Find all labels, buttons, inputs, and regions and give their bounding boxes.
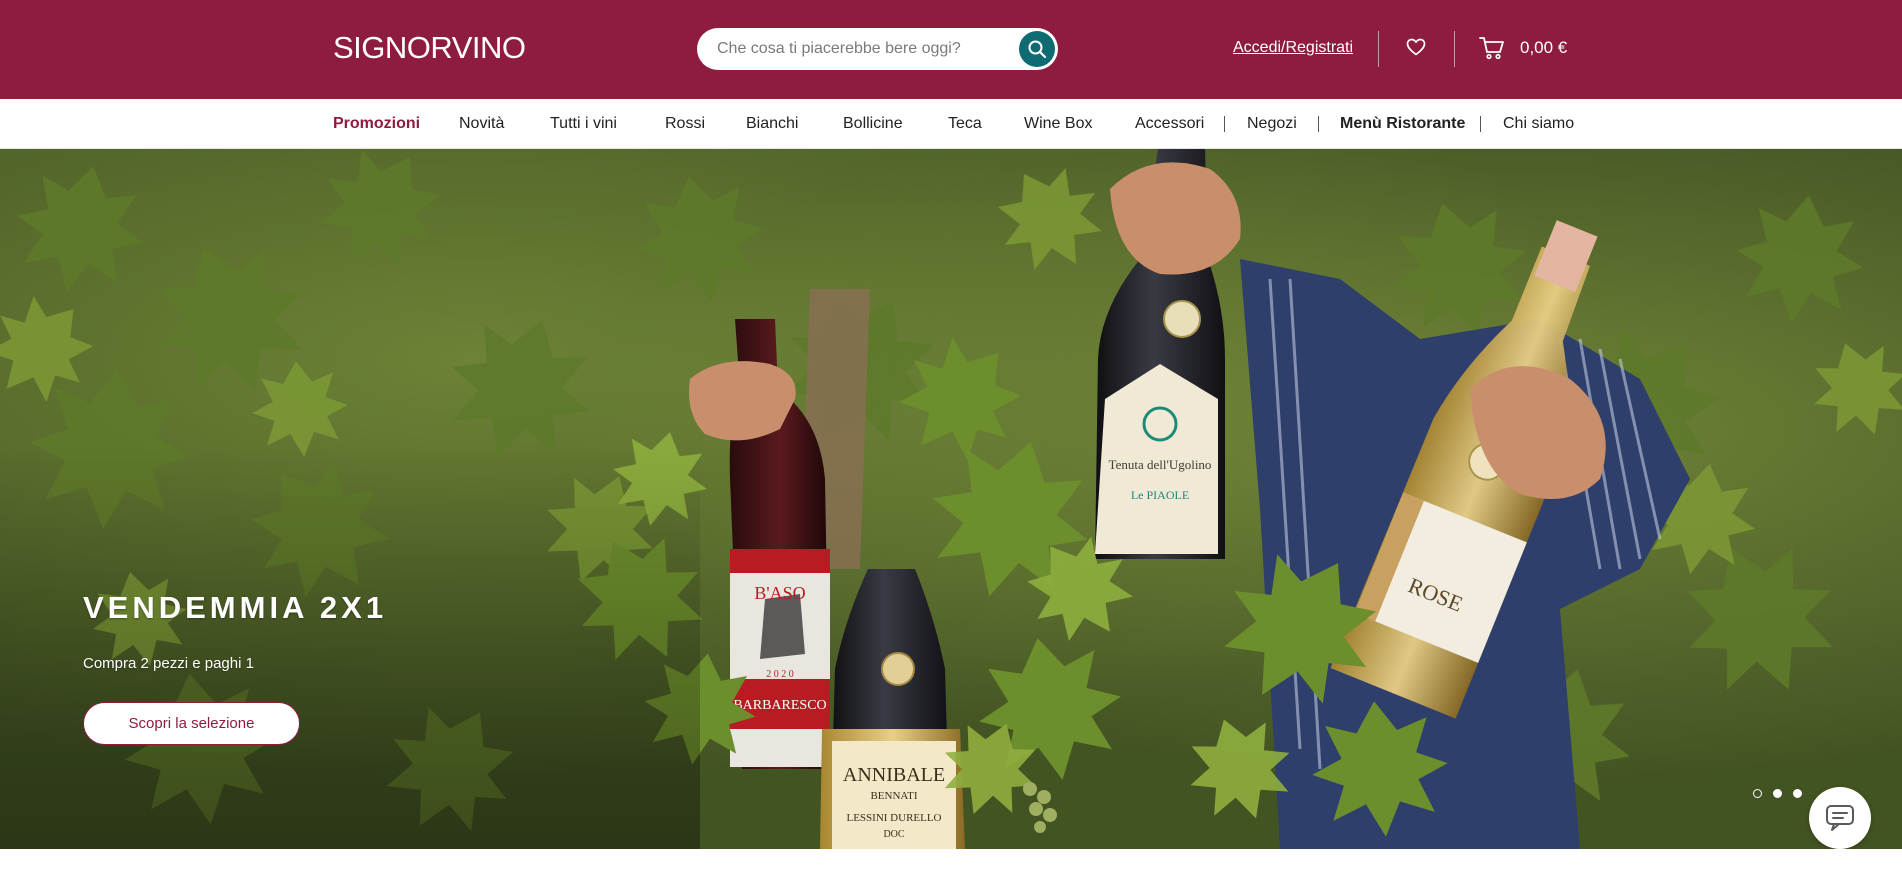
- login-register-link[interactable]: Accedi/Registrati: [1233, 36, 1353, 60]
- svg-text:DOC: DOC: [883, 829, 904, 840]
- svg-text:LESSINI DURELLO: LESSINI DURELLO: [846, 812, 941, 824]
- nav-item-teca[interactable]: Teca: [948, 114, 982, 134]
- nav-item-bollicine[interactable]: Bollicine: [843, 114, 903, 134]
- svg-text:BARBARESCO: BARBARESCO: [733, 698, 826, 713]
- cart-icon: [1479, 37, 1504, 60]
- nav-item-chi-siamo[interactable]: Chi siamo: [1503, 114, 1574, 134]
- svg-text:B'ASO: B'ASO: [754, 583, 805, 603]
- search-box: [697, 28, 1058, 70]
- hero-title: VENDEMMIA 2X1: [83, 590, 388, 625]
- cart-total[interactable]: 0,00 €: [1520, 36, 1567, 60]
- nav-item-rossi[interactable]: Rossi: [665, 114, 705, 134]
- nav-item-negozi[interactable]: Negozi: [1247, 114, 1297, 134]
- cart-button[interactable]: [1478, 34, 1506, 62]
- logo[interactable]: SIGNORVINO: [333, 28, 526, 68]
- carousel-dot-3[interactable]: [1793, 789, 1802, 798]
- carousel-dots: [1753, 789, 1802, 798]
- heart-icon: [1406, 38, 1426, 56]
- header-divider: [1454, 31, 1455, 67]
- search-button[interactable]: [1019, 31, 1055, 67]
- hero-subtitle: Compra 2 pezzi e paghi 1: [83, 655, 254, 672]
- carousel-dot-2[interactable]: [1773, 789, 1782, 798]
- svg-text:Tenuta dell'Ugolino: Tenuta dell'Ugolino: [1109, 457, 1212, 472]
- nav-item-accessori[interactable]: Accessori: [1135, 114, 1204, 134]
- main-nav: Promozioni Novità Tutti i vini Rossi Bia…: [0, 99, 1902, 149]
- nav-item-wine-box[interactable]: Wine Box: [1024, 114, 1092, 134]
- nav-divider: [1224, 116, 1225, 132]
- search-icon: [1028, 40, 1047, 59]
- search-input[interactable]: [717, 28, 1007, 70]
- chat-icon: [1826, 805, 1854, 831]
- chat-button[interactable]: [1809, 787, 1871, 849]
- wishlist-button[interactable]: [1405, 36, 1427, 58]
- header-divider: [1378, 31, 1379, 67]
- svg-text:ANNIBALE: ANNIBALE: [843, 764, 945, 786]
- nav-divider: [1480, 116, 1481, 132]
- svg-text:BENNATI: BENNATI: [870, 790, 917, 802]
- nav-item-promozioni[interactable]: Promozioni: [333, 114, 420, 134]
- nav-item-bianchi[interactable]: Bianchi: [746, 114, 798, 134]
- nav-item-menu-ristorante[interactable]: Menù Ristorante: [1340, 114, 1465, 134]
- nav-item-novita[interactable]: Novità: [459, 114, 504, 134]
- nav-item-tutti-i-vini[interactable]: Tutti i vini: [550, 114, 617, 134]
- hero-banner[interactable]: B'ASO BARBARESCO 2 0 2 0 ANNIBALE BENNAT…: [0, 149, 1902, 849]
- svg-text:2 0 2 0: 2 0 2 0: [766, 669, 794, 680]
- svg-text:Le PIAOLE: Le PIAOLE: [1131, 488, 1189, 502]
- hero-image: B'ASO BARBARESCO 2 0 2 0 ANNIBALE BENNAT…: [0, 149, 1902, 849]
- nav-divider: [1318, 116, 1319, 132]
- top-header: SIGNORVINO Accedi/Registrati 0,00 €: [0, 0, 1902, 99]
- discover-selection-button[interactable]: Scopri la selezione: [83, 702, 300, 745]
- carousel-dot-1[interactable]: [1753, 789, 1762, 798]
